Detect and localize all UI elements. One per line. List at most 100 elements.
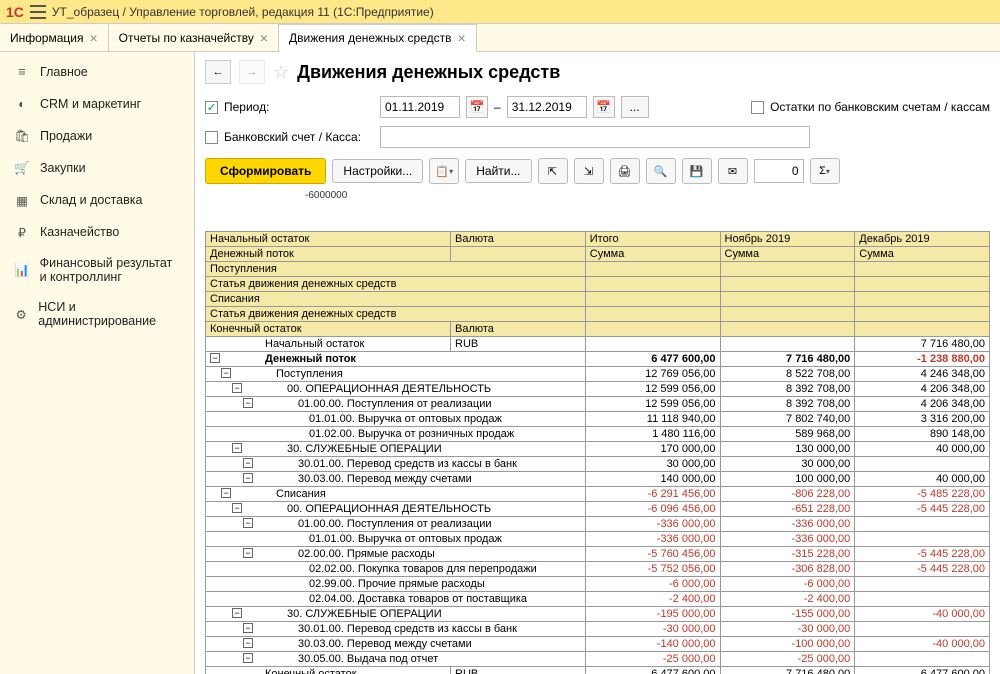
tree-toggle[interactable]: −	[243, 518, 253, 528]
table-row[interactable]: −30. СЛУЖЕБНЫЕ ОПЕРАЦИИ-195 000,00-155 0…	[206, 607, 990, 622]
table-row[interactable]: Конечный остатокRUB6 477 600,007 716 480…	[206, 667, 990, 674]
email-button[interactable]: ✉	[718, 158, 748, 184]
copy-button[interactable]: 📋▾	[429, 158, 459, 184]
col-sum: Сумма	[720, 247, 855, 262]
row-value: 30 000,00	[585, 457, 720, 472]
table-row[interactable]: −30.01.00. Перевод средств из кассы в ба…	[206, 622, 990, 637]
tree-toggle[interactable]: −	[210, 353, 220, 363]
collapse-button[interactable]: ⇲	[574, 158, 604, 184]
bank-checkbox[interactable]	[205, 131, 218, 144]
period-checkbox[interactable]	[205, 101, 218, 114]
row-value: -6 000,00	[585, 577, 720, 592]
table-row[interactable]: −01.00.00. Поступления от реализации-336…	[206, 517, 990, 532]
row-value: -1 238 880,00	[855, 352, 990, 367]
table-row[interactable]: −Поступления12 769 056,008 522 708,004 2…	[206, 367, 990, 382]
row-name: Поступления	[265, 368, 343, 380]
sidebar-item-main[interactable]: ≡Главное	[0, 56, 194, 88]
table-row[interactable]: −30.03.00. Перевод между счетами-140 000…	[206, 637, 990, 652]
table-row[interactable]: −02.00.00. Прямые расходы-5 760 456,00-3…	[206, 547, 990, 562]
table-row[interactable]: 01.01.00. Выручка от оптовых продаж-336 …	[206, 532, 990, 547]
table-row[interactable]: −30.03.00. Перевод между счетами140 000,…	[206, 472, 990, 487]
table-row[interactable]: −Денежный поток6 477 600,007 716 480,00-…	[206, 352, 990, 367]
close-icon[interactable]: ×	[458, 31, 466, 45]
zoom-input[interactable]	[754, 159, 804, 183]
tree-toggle[interactable]: −	[221, 488, 231, 498]
table-row[interactable]: −30.01.00. Перевод средств из кассы в ба…	[206, 457, 990, 472]
tree-toggle[interactable]: −	[232, 383, 242, 393]
sidebar-item-warehouse[interactable]: ▦Склад и доставка	[0, 184, 194, 216]
table-row[interactable]: 02.02.00. Покупка товаров для перепродаж…	[206, 562, 990, 577]
hamburger-icon[interactable]	[30, 5, 46, 19]
tree-toggle[interactable]: −	[232, 608, 242, 618]
row-name: Денежный поток	[265, 353, 356, 365]
table-row[interactable]: 01.01.00. Выручка от оптовых продаж11 11…	[206, 412, 990, 427]
tree-toggle[interactable]: −	[232, 443, 242, 453]
row-value	[855, 577, 990, 592]
tree-toggle[interactable]: −	[243, 623, 253, 633]
calendar-icon[interactable]: 📅	[466, 96, 488, 118]
nav-forward-button[interactable]: →	[239, 60, 265, 84]
row-value: 3 316 200,00	[855, 412, 990, 427]
tree-toggle[interactable]: −	[243, 548, 253, 558]
row-value: 589 968,00	[720, 427, 855, 442]
table-row[interactable]: −01.00.00. Поступления от реализации12 5…	[206, 397, 990, 412]
tab-info[interactable]: Информация ×	[0, 24, 109, 51]
calendar-icon[interactable]: 📅	[593, 96, 615, 118]
row-value: -155 000,00	[720, 607, 855, 622]
table-row[interactable]: −Списания-6 291 456,00-806 228,00-5 485 …	[206, 487, 990, 502]
table-row[interactable]: Начальный остатокRUB7 716 480,00	[206, 337, 990, 352]
sidebar-item-treasury[interactable]: ₽Казначейство	[0, 216, 194, 248]
tree-toggle[interactable]: −	[232, 503, 242, 513]
expand-button[interactable]: ⇱	[538, 158, 568, 184]
sigma-button[interactable]: Σ▾	[810, 158, 840, 184]
table-row[interactable]: −30. СЛУЖЕБНЫЕ ОПЕРАЦИИ170 000,00130 000…	[206, 442, 990, 457]
close-icon[interactable]: ×	[89, 31, 97, 45]
sidebar-item-sales[interactable]: 🛍Продажи	[0, 120, 194, 152]
table-row[interactable]: 02.99.00. Прочие прямые расходы-6 000,00…	[206, 577, 990, 592]
generate-button[interactable]: Сформировать	[205, 158, 326, 184]
row-value: -5 445 228,00	[855, 547, 990, 562]
row-value: -336 000,00	[720, 517, 855, 532]
sidebar-item-finance[interactable]: 📊Финансовый результат и контроллинг	[0, 248, 194, 292]
row-value: 4 206 348,00	[855, 382, 990, 397]
tree-toggle[interactable]: −	[243, 638, 253, 648]
tree-toggle[interactable]: −	[243, 653, 253, 663]
tree-toggle[interactable]: −	[243, 458, 253, 468]
table-row[interactable]: −30.05.00. Выдача под отчет-25 000,00-25…	[206, 652, 990, 667]
tree-toggle[interactable]: −	[243, 398, 253, 408]
table-row[interactable]: −00. ОПЕРАЦИОННАЯ ДЕЯТЕЛЬНОСТЬ12 599 056…	[206, 382, 990, 397]
period-more-button[interactable]: ...	[621, 96, 649, 118]
row-name: Начальный остаток	[265, 338, 364, 350]
bank-account-input[interactable]	[380, 126, 810, 148]
row-value	[585, 337, 720, 352]
col-end-balance: Конечный остаток	[206, 322, 451, 337]
report-area[interactable]: -6000000 Начальный остаток Валюта Итого …	[195, 190, 1000, 674]
favorite-star-icon[interactable]: ☆	[273, 62, 289, 83]
row-value: 6 477 600,00	[855, 667, 990, 674]
settings-button[interactable]: Настройки...	[332, 159, 423, 183]
table-row[interactable]: 01.02.00. Выручка от розничных продаж1 4…	[206, 427, 990, 442]
table-row[interactable]: −00. ОПЕРАЦИОННАЯ ДЕЯТЕЛЬНОСТЬ-6 096 456…	[206, 502, 990, 517]
find-button[interactable]: Найти...	[465, 159, 531, 183]
close-icon[interactable]: ×	[260, 31, 268, 45]
row-name: 02.02.00. Покупка товаров для перепродаж…	[265, 563, 537, 575]
date-to-input[interactable]	[507, 96, 587, 118]
nav-back-button[interactable]: ←	[205, 60, 231, 84]
row-value: -25 000,00	[585, 652, 720, 667]
table-row[interactable]: 02.04.00. Доставка товаров от поставщика…	[206, 592, 990, 607]
print-button[interactable]: 🖨	[610, 158, 640, 184]
save-button[interactable]: 💾	[682, 158, 712, 184]
preview-button[interactable]: 🔍	[646, 158, 676, 184]
tree-toggle[interactable]: −	[221, 368, 231, 378]
row-value: -5 485 228,00	[855, 487, 990, 502]
balances-checkbox[interactable]	[751, 101, 764, 114]
col-writeoffs: Списания	[206, 292, 586, 307]
sidebar-item-admin[interactable]: ⚙НСИ и администрирование	[0, 292, 194, 336]
tab-reports[interactable]: Отчеты по казначейству ×	[109, 24, 279, 51]
row-value: -315 228,00	[720, 547, 855, 562]
tab-cashflow[interactable]: Движения денежных средств ×	[279, 24, 477, 52]
date-from-input[interactable]	[380, 96, 460, 118]
sidebar-item-crm[interactable]: ◐CRM и маркетинг	[0, 88, 194, 120]
tree-toggle[interactable]: −	[243, 473, 253, 483]
sidebar-item-purchases[interactable]: 🛒Закупки	[0, 152, 194, 184]
